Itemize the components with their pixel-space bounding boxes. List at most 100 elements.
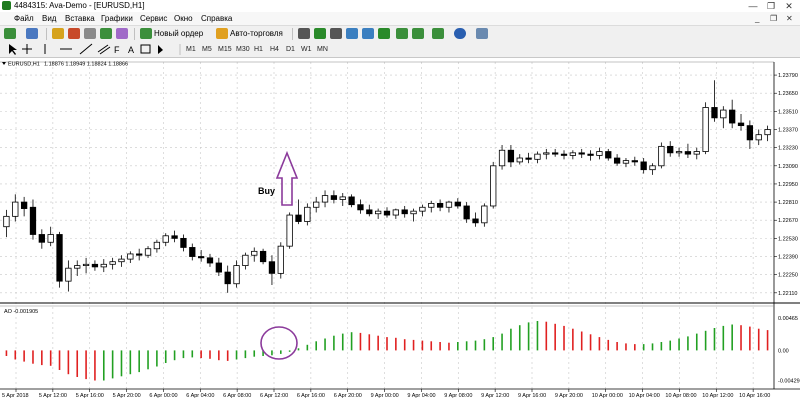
candle-body (56, 234, 63, 282)
timeframe-m30[interactable]: M30 (236, 43, 250, 56)
candle-body (755, 134, 762, 141)
chart-window[interactable]: EURUSD,H1 1.18876 1.18949 1.18824 1.1886… (0, 58, 800, 401)
candle-body (268, 261, 276, 274)
auto-trading-button[interactable]: Авто-торговля (230, 27, 283, 41)
candle-body (29, 206, 37, 235)
candle-body (127, 253, 134, 260)
menu-charts[interactable]: Графики (101, 12, 133, 25)
terminal-icon[interactable] (100, 28, 112, 39)
price-tick-label: 1.22950 (778, 182, 798, 188)
text-label-icon[interactable] (140, 44, 151, 54)
timeframe-h4[interactable]: H4 (270, 43, 279, 56)
menu-bar: Файл Вид Вставка Графики Сервис Окно Спр… (0, 12, 800, 26)
price-tick-label: 1.22390 (778, 255, 798, 261)
time-tick-label: 5 Apr 20:00 (113, 393, 141, 399)
time-tick-label: 10 Apr 04:00 (629, 393, 660, 399)
cursor-icon[interactable] (9, 44, 17, 55)
time-tick-label: 6 Apr 00:00 (149, 393, 177, 399)
timeframe-w1[interactable]: W1 (301, 43, 312, 56)
bar-chart-icon[interactable] (298, 28, 310, 39)
fibonacci-icon[interactable]: F (114, 45, 120, 55)
profiles-icon[interactable] (26, 28, 38, 39)
candle-body (348, 196, 355, 206)
candle-body (224, 271, 231, 285)
candle-body (649, 165, 656, 171)
arrows-icon[interactable] (158, 45, 163, 54)
candle-body (463, 205, 470, 220)
data-window-icon[interactable] (84, 28, 96, 39)
candle-body (197, 256, 205, 259)
menu-tools[interactable]: Сервис (140, 12, 167, 25)
mdi-restore-icon[interactable]: ❐ (770, 12, 777, 25)
candle-body (313, 201, 320, 208)
market-watch-icon[interactable] (52, 28, 64, 39)
candle-body (375, 210, 382, 215)
auto-trading-icon[interactable] (216, 28, 228, 39)
candle-body (189, 247, 196, 257)
indicators-icon[interactable] (432, 28, 444, 39)
strategy-tester-icon[interactable] (116, 28, 128, 39)
text-icon[interactable]: A (128, 45, 134, 55)
timeframe-h1[interactable]: H1 (254, 43, 263, 56)
trendline-icon[interactable] (79, 43, 93, 55)
time-tick-label: 10 Apr 16:00 (739, 393, 770, 399)
tile-windows-icon[interactable] (378, 28, 390, 39)
candle-body (658, 145, 665, 167)
new-order-button[interactable]: Новый ордер (154, 27, 203, 41)
candle-body (100, 263, 107, 268)
timeframe-m15[interactable]: M15 (218, 43, 232, 56)
mdi-close-icon[interactable]: ✕ (786, 12, 793, 25)
close-button[interactable]: ✕ (781, 0, 797, 12)
autoscroll-icon[interactable] (396, 28, 408, 39)
price-tick-label: 1.23790 (778, 73, 798, 79)
price-tick-label: 1.22530 (778, 236, 798, 242)
price-tick-label: 1.23370 (778, 128, 798, 134)
templates-icon[interactable] (476, 28, 488, 39)
periods-icon[interactable] (454, 28, 466, 39)
menu-file[interactable]: Файл (14, 12, 34, 25)
minimize-button[interactable]: — (745, 0, 761, 12)
timeframe-d1[interactable]: D1 (286, 43, 295, 56)
candle-body (596, 151, 603, 156)
navigator-icon[interactable] (68, 28, 80, 39)
menu-insert[interactable]: Вставка (65, 12, 95, 25)
candle-body (516, 157, 523, 163)
crosshair-icon[interactable] (22, 44, 32, 54)
candle-body (91, 263, 99, 268)
candle-body (339, 196, 346, 200)
restore-button[interactable]: ❐ (763, 0, 779, 12)
mdi-minimize-icon[interactable]: _ (755, 12, 759, 25)
candle-body (578, 152, 585, 155)
buy-label: Buy (258, 186, 275, 196)
price-tick-label: 1.23510 (778, 109, 798, 115)
candle-body (631, 160, 638, 163)
candle-body (321, 195, 329, 203)
candle-body (729, 109, 736, 124)
candle-body (74, 265, 81, 269)
new-chart-icon[interactable] (4, 28, 16, 39)
chart-shift-icon[interactable] (412, 28, 424, 39)
candle-body (684, 151, 692, 155)
menu-window[interactable]: Окно (174, 12, 193, 25)
zoom-in-icon[interactable] (346, 28, 358, 39)
candle-body (481, 205, 488, 224)
time-tick-label: 5 Apr 16:00 (76, 393, 104, 399)
time-tick-label: 9 Apr 20:00 (555, 393, 583, 399)
candle-body (171, 235, 178, 239)
candle-body (136, 253, 143, 256)
equidistant-channel-icon[interactable] (97, 44, 111, 55)
time-tick-label: 6 Apr 08:00 (223, 393, 251, 399)
zoom-out-icon[interactable] (362, 28, 374, 39)
timeframe-mn[interactable]: MN (317, 43, 328, 56)
menu-view[interactable]: Вид (42, 12, 56, 25)
candle-body (445, 201, 453, 208)
menu-help[interactable]: Справка (201, 12, 232, 25)
new-order-icon[interactable] (140, 28, 152, 39)
app-icon (2, 1, 11, 10)
time-tick-label: 6 Apr 20:00 (334, 393, 362, 399)
candlestick-icon[interactable] (314, 28, 326, 39)
candle-body (764, 129, 771, 136)
timeframe-m5[interactable]: M5 (202, 43, 212, 56)
timeframe-m1[interactable]: M1 (186, 43, 196, 56)
line-chart-icon[interactable] (330, 28, 342, 39)
